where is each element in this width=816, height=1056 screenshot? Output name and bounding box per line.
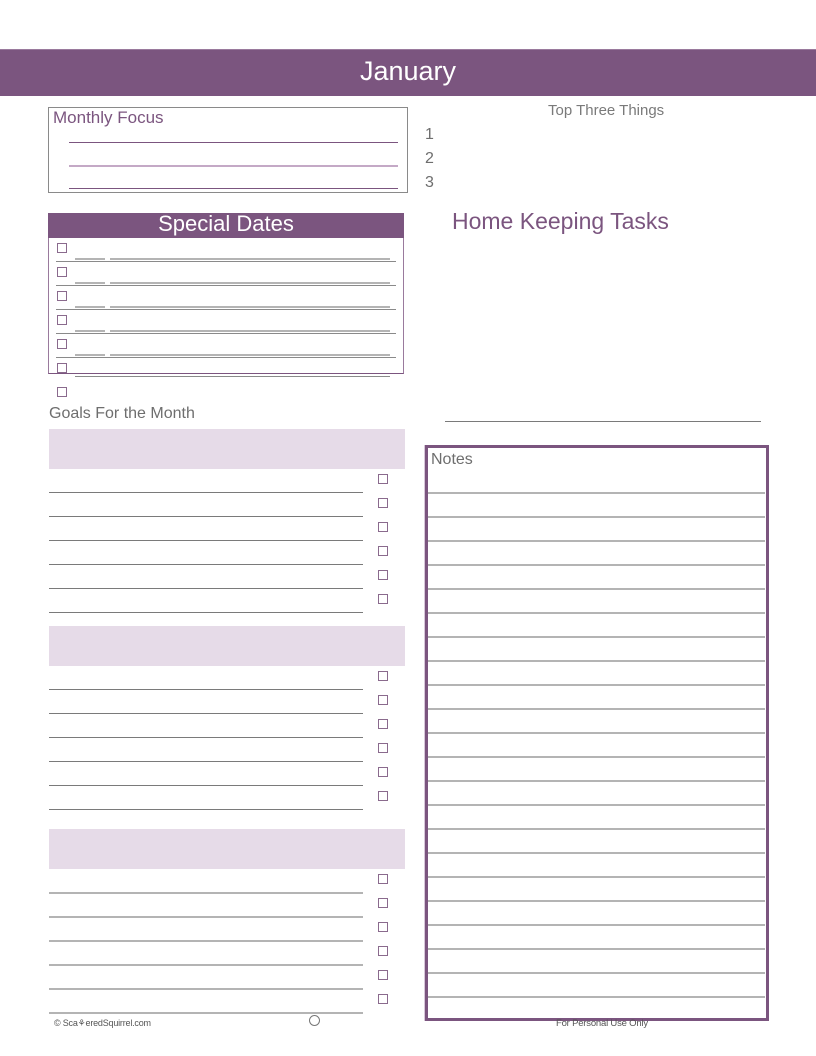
goal-task-checkbox[interactable]	[378, 546, 388, 556]
special-date-line[interactable]	[75, 376, 390, 377]
top-three-item-2[interactable]: 2	[425, 150, 434, 168]
special-date-checkbox[interactable]	[57, 315, 67, 325]
note-line[interactable]	[428, 564, 765, 566]
note-line[interactable]	[428, 996, 765, 998]
goal-task-line[interactable]	[49, 612, 363, 613]
note-line[interactable]	[428, 924, 765, 926]
monthly-focus-line[interactable]	[69, 165, 398, 167]
special-date-line[interactable]	[75, 282, 390, 284]
note-line[interactable]	[428, 492, 765, 494]
goal-task-checkbox[interactable]	[378, 474, 388, 484]
goal-task-checkbox[interactable]	[378, 922, 388, 932]
special-date-line[interactable]	[75, 306, 390, 308]
note-line[interactable]	[428, 540, 765, 542]
goal-task-checkbox[interactable]	[378, 719, 388, 729]
note-line[interactable]	[428, 684, 765, 686]
goal-header-band[interactable]	[49, 429, 405, 469]
special-dates-title: Special Dates	[158, 211, 294, 236]
personal-use-text: For Personal Use Only	[556, 1018, 648, 1029]
goal-task-line[interactable]	[49, 964, 363, 966]
top-three-item-1[interactable]: 1	[425, 126, 434, 144]
goal-task-checkbox[interactable]	[378, 898, 388, 908]
goal-task-line[interactable]	[49, 988, 363, 990]
special-date-checkbox[interactable]	[57, 243, 67, 253]
home-keeping-line[interactable]	[445, 421, 761, 422]
goal-task-checkbox[interactable]	[378, 791, 388, 801]
note-line[interactable]	[428, 636, 765, 638]
goal-task-line[interactable]	[49, 1012, 363, 1014]
special-date-rule	[56, 285, 396, 286]
special-date-checkbox[interactable]	[57, 339, 67, 349]
notes-title: Notes	[431, 451, 473, 468]
special-dates-header: Special Dates	[48, 213, 404, 238]
special-date-line[interactable]	[75, 258, 390, 260]
goal-header-band[interactable]	[49, 829, 405, 869]
special-date-rule	[56, 309, 396, 310]
home-keeping-title: Home Keeping Tasks	[452, 208, 669, 234]
note-line[interactable]	[428, 972, 765, 974]
monthly-focus-line[interactable]	[69, 188, 398, 189]
goal-task-checkbox[interactable]	[378, 671, 388, 681]
goal-task-line[interactable]	[49, 892, 363, 894]
special-date-checkbox[interactable]	[57, 387, 67, 397]
copyright-text: © Sca⚘eredSquirrel.com	[54, 1018, 151, 1028]
goal-task-line[interactable]	[49, 492, 363, 493]
goal-task-line[interactable]	[49, 809, 363, 810]
special-date-rule	[56, 357, 396, 358]
goal-task-checkbox[interactable]	[378, 594, 388, 604]
note-line[interactable]	[428, 756, 765, 758]
goal-task-checkbox[interactable]	[378, 743, 388, 753]
note-line[interactable]	[428, 732, 765, 734]
goal-task-checkbox[interactable]	[378, 570, 388, 580]
goal-task-line[interactable]	[49, 737, 363, 738]
monthly-focus-line[interactable]	[69, 142, 398, 143]
special-date-checkbox[interactable]	[57, 363, 67, 373]
month-banner: January	[0, 49, 816, 96]
goals-title: Goals For the Month	[49, 405, 195, 422]
monthly-focus-title: Monthly Focus	[53, 108, 164, 127]
note-line[interactable]	[428, 900, 765, 902]
special-date-checkbox[interactable]	[57, 291, 67, 301]
special-date-line[interactable]	[75, 330, 390, 332]
note-line[interactable]	[428, 780, 765, 782]
goal-task-line[interactable]	[49, 588, 363, 589]
special-date-rule	[56, 261, 396, 262]
month-title: January	[359, 56, 457, 86]
circle-icon	[309, 1015, 320, 1026]
note-line[interactable]	[428, 828, 765, 830]
goal-task-line[interactable]	[49, 761, 363, 762]
goal-task-checkbox[interactable]	[378, 874, 388, 884]
goal-task-line[interactable]	[49, 916, 363, 918]
note-line[interactable]	[428, 708, 765, 710]
goal-task-line[interactable]	[49, 713, 363, 714]
goal-task-checkbox[interactable]	[378, 994, 388, 1004]
note-line[interactable]	[428, 852, 765, 854]
goal-task-line[interactable]	[49, 540, 363, 541]
goal-task-line[interactable]	[49, 516, 363, 517]
top-three-title: Top Three Things	[548, 102, 665, 119]
goal-task-checkbox[interactable]	[378, 522, 388, 532]
goal-task-line[interactable]	[49, 940, 363, 942]
note-line[interactable]	[428, 588, 765, 590]
goal-header-band[interactable]	[49, 626, 405, 666]
goal-task-checkbox[interactable]	[378, 970, 388, 980]
note-line[interactable]	[428, 948, 765, 950]
note-line[interactable]	[428, 612, 765, 614]
goal-task-checkbox[interactable]	[378, 946, 388, 956]
goal-task-line[interactable]	[49, 689, 363, 690]
note-line[interactable]	[428, 876, 765, 878]
special-date-line[interactable]	[75, 354, 390, 356]
goal-task-checkbox[interactable]	[378, 767, 388, 777]
goal-task-line[interactable]	[49, 564, 363, 565]
top-three-item-3[interactable]: 3	[425, 174, 434, 192]
goal-task-checkbox[interactable]	[378, 498, 388, 508]
goal-task-line[interactable]	[49, 785, 363, 786]
note-line[interactable]	[428, 804, 765, 806]
special-date-rule	[56, 333, 396, 334]
goal-task-checkbox[interactable]	[378, 695, 388, 705]
special-date-checkbox[interactable]	[57, 267, 67, 277]
note-line[interactable]	[428, 516, 765, 518]
note-line[interactable]	[428, 660, 765, 662]
